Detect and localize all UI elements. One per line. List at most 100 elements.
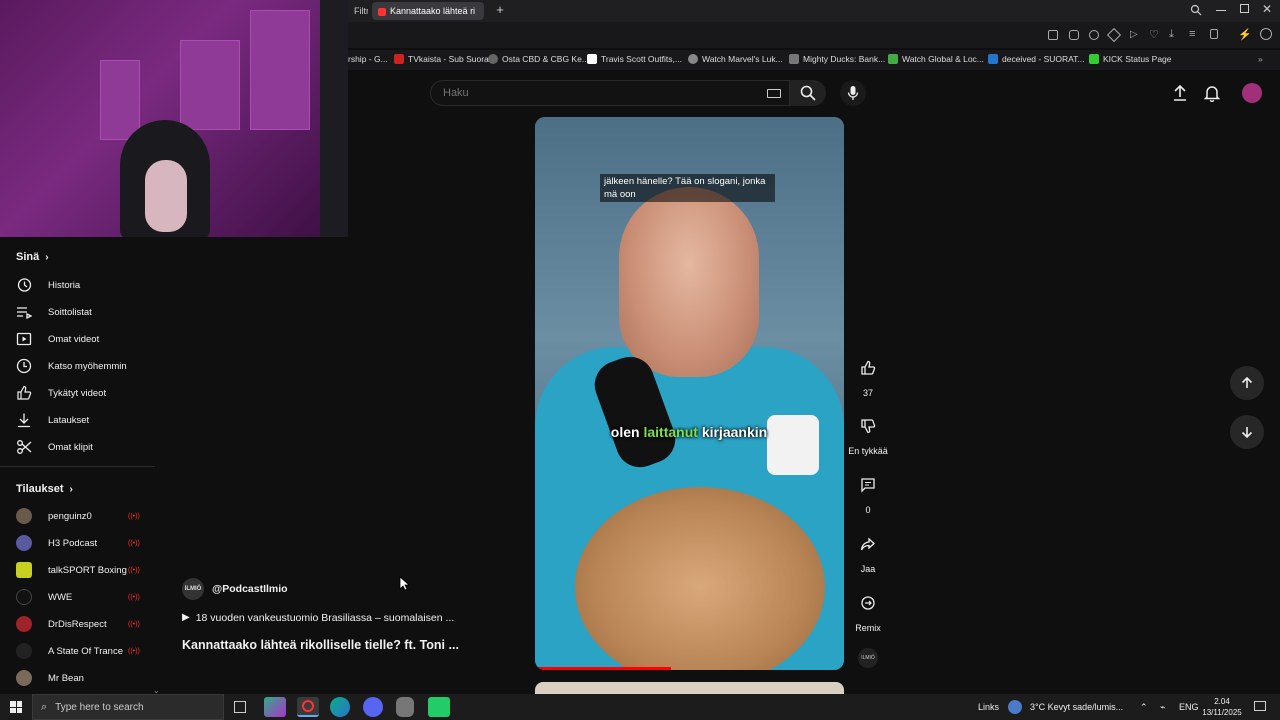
subscription-label: talkSPORT Boxing [48, 564, 127, 576]
chevron-up-icon[interactable]: ⌃ [1140, 694, 1148, 720]
subscription-label: WWE [48, 591, 73, 603]
subscription-item[interactable]: A State Of Trance ((•)) [16, 640, 146, 662]
related-video-label: 18 vuoden vankeustuomio Brasiliassa – su… [195, 612, 455, 624]
upload-button[interactable] [1172, 84, 1188, 102]
bookmark[interactable]: rship - G... [348, 54, 388, 64]
sidebar-item-clips[interactable]: Omat klipit [16, 435, 151, 459]
edit-icon[interactable] [1048, 30, 1058, 40]
sidebar-item-history[interactable]: Historia [16, 273, 151, 297]
sidebar-item-label: Soittolistat [48, 306, 92, 318]
avatar[interactable] [1242, 83, 1262, 103]
bookmark[interactable]: Travis Scott Outfits,... [587, 54, 682, 64]
related-video-link[interactable]: ▶ 18 vuoden vankeustuomio Brasiliassa – … [182, 612, 454, 624]
bookmark[interactable]: Watch Global & Loc... [888, 54, 984, 64]
close-icon[interactable]: ✕ [1262, 0, 1276, 18]
notification-center-icon[interactable] [1254, 701, 1266, 711]
tab[interactable]: Filtrai [348, 2, 368, 20]
like-action[interactable]: 37 [848, 352, 888, 398]
channel-avatar-text: ILMIÖ [861, 655, 875, 661]
search-button[interactable] [790, 80, 826, 106]
browser-tab-bar: Filtrai Kannattaako lähteä ri + ✕ [348, 0, 1280, 22]
subscription-item[interactable]: H3 Podcast ((•)) [16, 532, 146, 554]
channel-handle[interactable]: @PodcastIlmio [212, 583, 288, 595]
comments-button[interactable] [852, 469, 884, 501]
like-button[interactable] [852, 352, 884, 384]
taskbar-search[interactable]: ⌕ Type here to search [32, 694, 224, 720]
extension-icon[interactable] [1106, 27, 1122, 43]
video-progress-bar[interactable] [535, 667, 671, 670]
language-indicator[interactable]: ENG [1179, 694, 1199, 720]
voice-search-button[interactable] [840, 80, 866, 106]
clock[interactable]: 2.04 13/11/2025 [1200, 696, 1244, 718]
bookmark[interactable]: Osta CBD & CBG Ke... [488, 54, 589, 64]
sidebar-item-downloads[interactable]: Lataukset [16, 408, 151, 432]
search-input[interactable] [431, 81, 731, 105]
sidebar-you-header[interactable]: Sinä › [16, 251, 49, 263]
remix-action[interactable]: Remix [848, 587, 888, 633]
subscription-item[interactable]: Mr Bean [16, 667, 146, 689]
heart-icon[interactable]: ♡ [1149, 28, 1159, 41]
bookmark[interactable]: Watch Marvel's Luk... [688, 54, 783, 64]
next-short-button[interactable] [1230, 415, 1264, 449]
minimize-icon[interactable] [1216, 10, 1226, 11]
video-title[interactable]: Kannattaako lähteä rikolliselle tielle? … [182, 638, 459, 652]
edge-icon[interactable] [330, 697, 350, 717]
play-icon[interactable]: ▷ [1130, 29, 1138, 40]
tab-active[interactable]: Kannattaako lähteä ri [372, 2, 484, 20]
sidebar-item-your-videos[interactable]: Omat videot [16, 327, 151, 351]
channel-avatar[interactable]: ILMIÖ [858, 648, 878, 668]
share-action[interactable]: Jaa [848, 528, 888, 574]
windows-start-icon[interactable] [10, 701, 22, 713]
lock-icon[interactable] [1210, 29, 1218, 39]
restore-icon[interactable] [1240, 4, 1249, 13]
weather-icon[interactable] [1008, 700, 1022, 714]
camera-icon[interactable] [1069, 30, 1079, 40]
bookmark[interactable]: deceived - SUORAT... [988, 54, 1085, 64]
bookmark[interactable]: Mighty Ducks: Bank... [789, 54, 885, 64]
dislike-action[interactable]: En tykkää [844, 410, 892, 456]
channel-avatar [16, 643, 32, 659]
shield-icon[interactable] [1089, 30, 1099, 40]
search-icon[interactable] [1190, 4, 1202, 16]
channel-avatar[interactable]: ILMIÖ [182, 578, 204, 600]
next-video-preview[interactable] [535, 682, 844, 694]
taskbar-app-icon[interactable] [428, 697, 450, 717]
menu-icon[interactable]: ≡ [1189, 28, 1195, 40]
bookmark-label: Watch Global & Loc... [902, 54, 984, 64]
subscription-item[interactable]: WWE ((•)) [16, 586, 146, 608]
sidebar-item-playlists[interactable]: Soittolistat [16, 300, 151, 324]
subscription-item[interactable]: penguinz0 ((•)) [16, 505, 146, 527]
remix-button[interactable] [852, 587, 884, 619]
opera-icon[interactable] [297, 697, 319, 717]
subscription-item[interactable]: DrDisRespect ((•)) [16, 613, 146, 635]
links-toolbar[interactable]: Links [978, 694, 999, 720]
comment-count: 0 [865, 505, 871, 515]
task-view-icon[interactable] [234, 701, 246, 713]
sidebar-item-watch-later[interactable]: Katso myöhemmin [16, 354, 151, 378]
extension-icon[interactable]: ⚡ [1238, 28, 1252, 41]
weather-text[interactable]: 3°C Kevyt sade/lumis... [1030, 694, 1123, 720]
keyboard-icon[interactable] [767, 89, 781, 98]
bookmark[interactable]: TVkaista - Sub Suora [394, 54, 489, 64]
bookmark-label: Mighty Ducks: Bank... [803, 54, 886, 64]
sidebar-item-liked-videos[interactable]: Tykätyt videot [16, 381, 151, 405]
channel-info[interactable]: ILMIÖ @PodcastIlmio [182, 578, 288, 600]
subscription-item[interactable]: talkSPORT Boxing ((•)) [16, 559, 146, 581]
share-button[interactable] [852, 528, 884, 560]
sidebar-subscriptions-header[interactable]: Tilaukset › [16, 483, 73, 495]
thumbs-up-icon [861, 360, 876, 375]
bookmark[interactable]: KICK Status Page [1089, 54, 1172, 64]
network-icon[interactable]: ⌁ [1160, 694, 1165, 720]
discord-icon[interactable] [363, 697, 383, 717]
settings-icon[interactable] [1260, 28, 1272, 40]
previous-short-button[interactable] [1230, 366, 1264, 400]
chevron-right-icon[interactable]: » [1258, 54, 1263, 64]
notifications-button[interactable] [1204, 84, 1220, 102]
live-icon: ((•)) [128, 621, 140, 628]
taskbar-app-icon[interactable] [264, 697, 286, 717]
dislike-button[interactable] [852, 410, 884, 442]
comments-action[interactable]: 0 [848, 469, 888, 515]
new-tab-icon[interactable]: + [493, 3, 507, 17]
download-icon[interactable]: ⤓ [1169, 28, 1174, 41]
taskbar-app-icon[interactable] [396, 697, 414, 717]
